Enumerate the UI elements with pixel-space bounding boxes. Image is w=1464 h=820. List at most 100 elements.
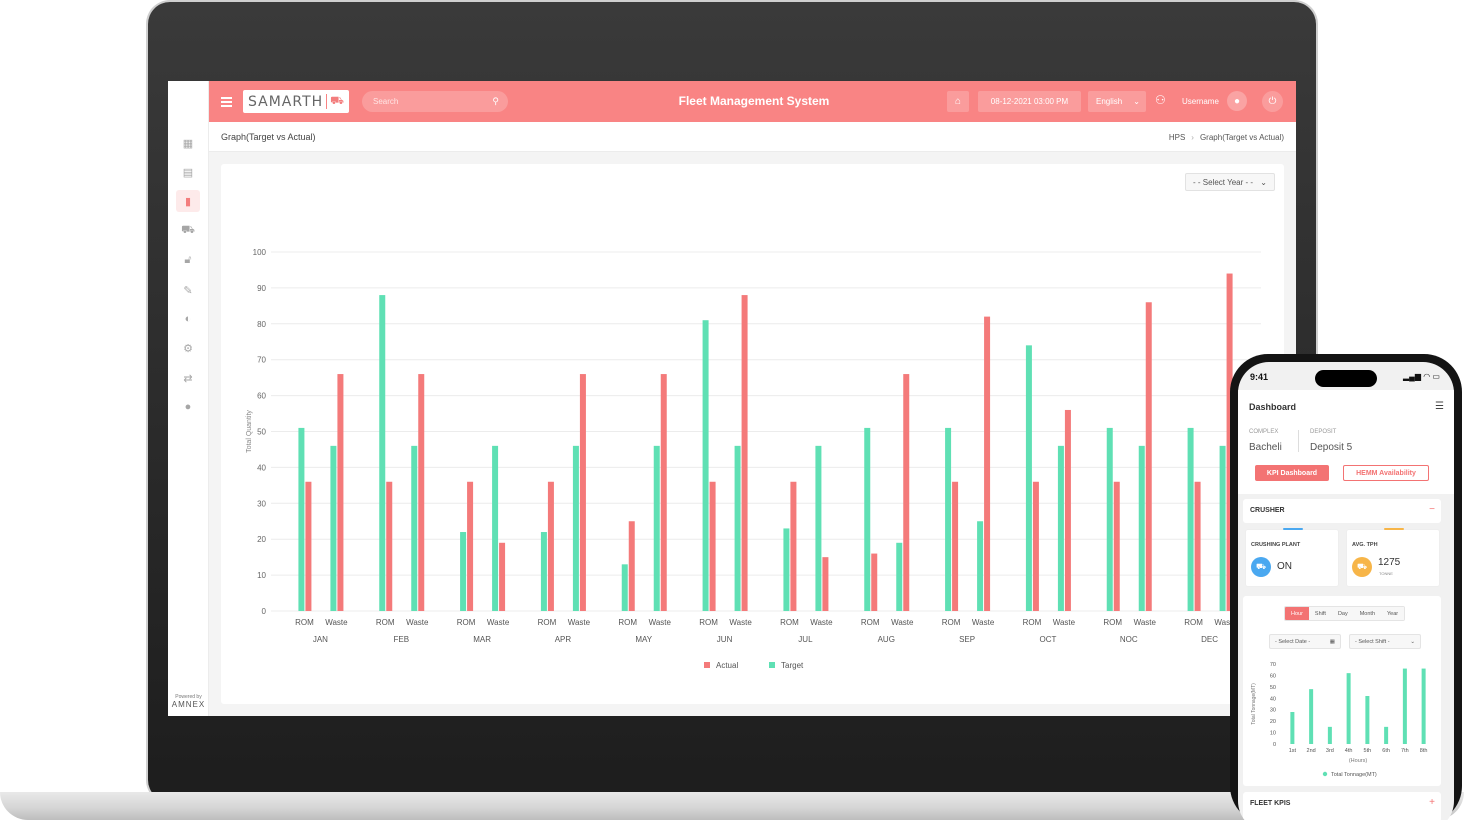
username[interactable]: Username [1182,97,1219,106]
x-subcategory-label: ROM [618,618,637,627]
bar-target [540,532,547,611]
y-tick-label: 50 [1270,685,1276,691]
page-title: Graph(Target vs Actual) [221,132,316,142]
tab-shift[interactable]: Shift [1308,607,1332,620]
crusher-icon: ⛟ [1251,557,1271,577]
bar [1309,689,1314,744]
x-subcategory-label: Waste [729,618,752,627]
notification-icon[interactable]: ⚇ [1155,93,1166,107]
x-axis-label: (Hours) [1349,758,1368,764]
bar-target [653,445,660,611]
breadcrumb-hps[interactable]: HPS [1169,133,1185,142]
menu-icon[interactable] [221,97,232,109]
powered-by: Powered by AMNEX [168,694,209,710]
settings-icon[interactable]: ⚙ [176,337,200,359]
x-subcategory-label: Waste [649,618,672,627]
y-tick-label: 60 [1270,673,1276,679]
x-month-label: NOC [1120,635,1138,644]
power-icon[interactable]: ⏻ [1262,91,1283,112]
crusher-title: CRUSHER [1250,507,1285,514]
y-axis-label: Total Quantity [246,410,253,453]
bar-target [460,532,467,611]
complex-value[interactable]: Bacheli [1249,442,1282,453]
bar-actual [984,316,991,611]
x-month-label: AUG [878,635,895,644]
phone-frame: 9:41 ▂▄▆ ◠ ▭ Dashboard ☰ COMPLEX Bacheli… [1230,354,1462,820]
bar-actual [628,521,635,611]
y-tick-label: 30 [1270,708,1276,714]
globe-icon[interactable]: ◐ [176,308,200,330]
x-subcategory-label: ROM [295,618,314,627]
y-tick-label: 10 [1270,731,1276,737]
bar-target [572,445,579,611]
menu-icon[interactable]: ☰ [1435,401,1444,412]
logo[interactable]: SAMARTH ⛟ [243,90,349,113]
search-placeholder: Search [373,97,399,106]
tab-day[interactable]: Day [1331,607,1354,620]
tab-year[interactable]: Year [1381,607,1405,620]
edit-icon[interactable]: ✎ [176,279,200,301]
select-shift[interactable]: - Select Shift - ⌄ [1349,634,1421,649]
transfer-icon[interactable]: ⇄ [176,367,200,389]
y-tick-label: 0 [1273,742,1276,748]
hemm-availability-button[interactable]: HEMM Availability [1343,465,1429,481]
x-month-label: MAY [635,635,652,644]
x-month-label: JUL [798,635,813,644]
avatar[interactable]: ● [1227,91,1247,111]
collapse-icon[interactable]: − [1429,504,1435,515]
y-tick-label: 50 [257,428,266,437]
legend-swatch [1322,771,1328,777]
search-input[interactable]: Search ⚲ [362,91,508,112]
tab-hour[interactable]: Hour [1285,607,1309,620]
phone-header: Dashboard ☰ COMPLEX Bacheli DEPOSIT Depo… [1238,390,1454,494]
kpi-dashboard-button[interactable]: KPI Dashboard [1255,465,1329,481]
select-shift-value: - Select Shift - [1355,638,1390,645]
bar-actual [1113,481,1120,611]
truck-icon[interactable]: ⛟ [176,220,200,242]
language-select[interactable]: English ⌄ [1088,91,1146,112]
reports-icon[interactable]: ▤ [176,161,200,183]
chevron-down-icon: ⌄ [1133,97,1140,106]
x-subcategory-label: ROM [780,618,799,627]
bar [1402,668,1407,744]
bar-actual [790,481,797,611]
y-tick-label: 40 [257,463,266,472]
select-date[interactable]: - Select Date - ▦ [1269,634,1341,649]
bar-actual [952,481,959,611]
crusher-header[interactable]: CRUSHER − [1243,499,1441,523]
lock-icon[interactable]: 🔓︎ [176,249,200,271]
graph-icon[interactable]: ▮ [176,190,200,212]
tonnage-chart: 0 10 20 30 40 50 60 70 Total Tonnage(MT) 1st 2nd 3r… [1251,662,1427,778]
datetime-display: 08-12-2021 03:00 PM [978,91,1081,112]
fleet-kpis-section[interactable]: FLEET KPIS + [1243,792,1441,820]
search-icon[interactable]: ⚲ [492,96,499,107]
home-icon[interactable]: ⌂ [947,91,969,112]
expand-icon[interactable]: + [1429,797,1435,808]
bar-actual [871,553,878,611]
y-tick-label: 30 [257,499,266,508]
legend-label: Total Tonnage(MT) [1331,772,1377,778]
bar-target [702,320,709,611]
logo-text: SAMARTH [248,93,324,110]
x-tick-label: 5th [1364,748,1372,754]
stage: ▦ ▤ ▮ ⛟ 🔓︎ ✎ ◐ ⚙ ⇄ ● Powered by AMNEX SA… [0,0,1464,820]
bar-actual [418,374,425,611]
chat-icon[interactable]: ● [176,396,200,418]
x-tick-label: 3rd [1326,748,1334,754]
accent-bar [1384,528,1404,530]
top-bar: SAMARTH ⛟ Search ⚲ Fleet Management Syst… [209,81,1296,122]
phone-title: Dashboard [1249,402,1297,412]
bar [1346,673,1351,744]
x-month-label: FEB [393,635,409,644]
bar-target [492,445,499,611]
x-subcategory-label: ROM [457,618,476,627]
x-month-label: SEP [959,635,975,644]
x-subcategory-label: ROM [1023,618,1042,627]
deposit-value[interactable]: Deposit 5 [1310,442,1352,453]
dashboard-icon[interactable]: ▦ [176,132,200,154]
x-subcategory-label: ROM [699,618,718,627]
y-tick-label: 60 [257,392,266,401]
bar [1421,668,1426,744]
bar-target [379,295,386,611]
tab-month[interactable]: Month [1353,607,1382,620]
